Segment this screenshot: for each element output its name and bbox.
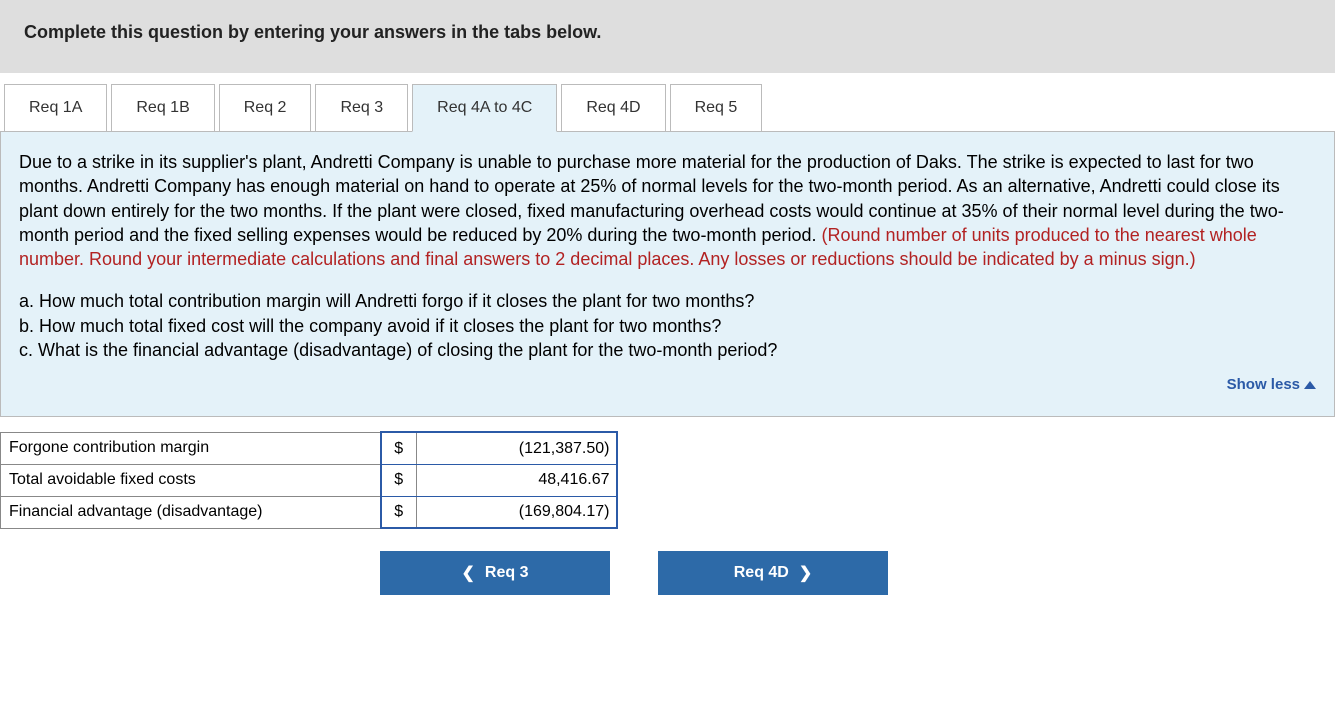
question-panel: Due to a strike in its supplier's plant,… bbox=[0, 131, 1335, 417]
chevron-left-icon: ❮ bbox=[462, 563, 475, 583]
prev-label: Req 3 bbox=[485, 564, 529, 582]
tab-req-5[interactable]: Req 5 bbox=[670, 84, 763, 132]
row-label: Forgone contribution margin bbox=[1, 432, 381, 464]
tab-req-4a-to-4c[interactable]: Req 4A to 4C bbox=[412, 84, 557, 132]
currency-symbol: $ bbox=[381, 432, 417, 464]
answer-value-input[interactable]: (121,387.50) bbox=[417, 432, 617, 464]
tab-req-3[interactable]: Req 3 bbox=[315, 84, 408, 132]
tab-label: Req 2 bbox=[244, 99, 287, 116]
toggle-row: Show less bbox=[19, 376, 1316, 394]
tab-req-1a[interactable]: Req 1A bbox=[4, 84, 107, 132]
prompt-text: Due to a strike in its supplier's plant,… bbox=[19, 150, 1316, 271]
tab-req-4d[interactable]: Req 4D bbox=[561, 84, 665, 132]
toggle-label: Show less bbox=[1227, 376, 1300, 393]
row-label: Financial advantage (disadvantage) bbox=[1, 496, 381, 528]
table-row: Total avoidable fixed costs $ 48,416.67 bbox=[1, 464, 617, 496]
answer-value-input[interactable]: 48,416.67 bbox=[417, 464, 617, 496]
sub-question-c: c. What is the financial advantage (disa… bbox=[19, 338, 1316, 362]
answer-block: Forgone contribution margin $ (121,387.5… bbox=[0, 431, 1335, 595]
tab-label: Req 5 bbox=[695, 99, 738, 116]
show-less-toggle[interactable]: Show less bbox=[1227, 376, 1316, 393]
table-row: Forgone contribution margin $ (121,387.5… bbox=[1, 432, 617, 464]
tabs-row: Req 1A Req 1B Req 2 Req 3 Req 4A to 4C R… bbox=[4, 83, 1335, 131]
tab-label: Req 4A to 4C bbox=[437, 99, 532, 116]
chevron-right-icon: ❯ bbox=[799, 563, 812, 583]
instruction-bar: Complete this question by entering your … bbox=[0, 0, 1335, 73]
row-label: Total avoidable fixed costs bbox=[1, 464, 381, 496]
tab-label: Req 4D bbox=[586, 99, 640, 116]
next-button[interactable]: Req 4D ❯ bbox=[658, 551, 888, 595]
next-label: Req 4D bbox=[734, 564, 789, 582]
answer-table: Forgone contribution margin $ (121,387.5… bbox=[0, 431, 618, 529]
prev-button[interactable]: ❮ Req 3 bbox=[380, 551, 610, 595]
currency-symbol: $ bbox=[381, 464, 417, 496]
tab-label: Req 1A bbox=[29, 99, 82, 116]
tab-label: Req 3 bbox=[340, 99, 383, 116]
nav-row: ❮ Req 3 Req 4D ❯ bbox=[380, 551, 1335, 595]
sub-question-a: a. How much total contribution margin wi… bbox=[19, 289, 1316, 313]
table-row: Financial advantage (disadvantage) $ (16… bbox=[1, 496, 617, 528]
tab-label: Req 1B bbox=[136, 99, 189, 116]
answer-value-input[interactable]: (169,804.17) bbox=[417, 496, 617, 528]
instruction-text: Complete this question by entering your … bbox=[24, 22, 601, 42]
currency-symbol: $ bbox=[381, 496, 417, 528]
tab-req-2[interactable]: Req 2 bbox=[219, 84, 312, 132]
sub-question-b: b. How much total fixed cost will the co… bbox=[19, 314, 1316, 338]
tab-req-1b[interactable]: Req 1B bbox=[111, 84, 214, 132]
